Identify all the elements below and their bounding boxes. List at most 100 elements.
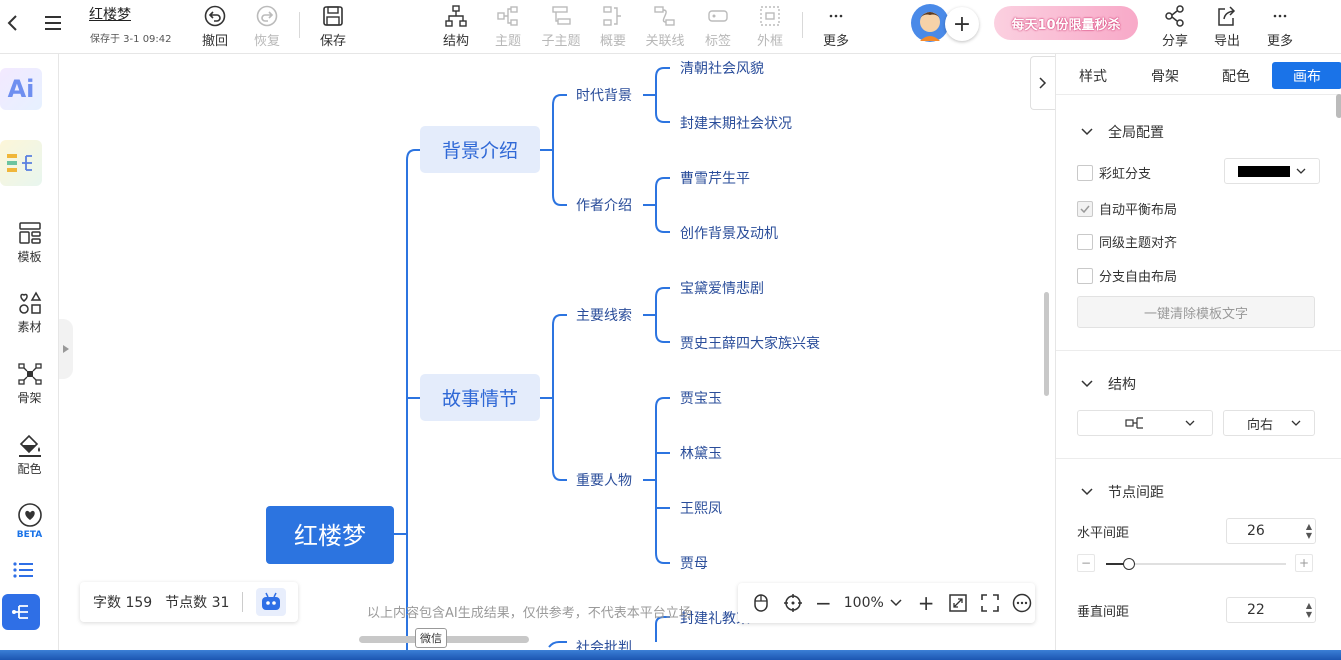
subtopic-item[interactable]: 清朝社会风貌 <box>680 61 764 77</box>
auto-balance-option[interactable]: 自动平衡布局 <box>1077 199 1177 218</box>
export-button[interactable]: 导出 <box>1211 0 1243 54</box>
menu-icon[interactable] <box>44 14 62 32</box>
more-button[interactable]: 更多 <box>820 0 852 54</box>
template-button[interactable]: 模板 <box>0 220 59 265</box>
tab-canvas[interactable]: 画布 <box>1272 62 1341 89</box>
relation-line-icon <box>654 6 675 26</box>
structure-type-select[interactable] <box>1077 410 1213 436</box>
stepper-arrows[interactable]: ▲ ▼ <box>1306 522 1312 540</box>
mouse-icon[interactable] <box>752 593 770 613</box>
same-level-align-option[interactable]: 同级主题对齐 <box>1077 232 1177 251</box>
subtopic-button[interactable]: 子主题 <box>541 0 581 54</box>
paint-bucket-icon <box>18 434 41 457</box>
undo-button[interactable]: 撤回 <box>199 0 231 54</box>
zoom-level[interactable]: 100% <box>844 595 884 611</box>
doc-title[interactable]: 红楼梦 <box>89 4 131 24</box>
plus-icon: + <box>952 11 972 37</box>
outline-view-button[interactable] <box>4 552 42 588</box>
h-spacing-input[interactable]: 26 ▲ ▼ <box>1226 518 1316 544</box>
topic-button[interactable]: 主题 <box>492 0 524 54</box>
back-arrow-icon[interactable] <box>4 14 22 32</box>
os-taskbar <box>0 650 1341 660</box>
node-spacing-label: 节点间距 <box>1108 485 1164 501</box>
template-label: 模板 <box>17 250 42 264</box>
v-spacing-input[interactable]: 22 ▲ ▼ <box>1226 597 1316 623</box>
subtopic-item[interactable]: 贾宝玉 <box>680 391 722 407</box>
mindmap-ai-button[interactable] <box>0 140 42 186</box>
ai-robot-button[interactable] <box>256 588 287 616</box>
skeleton-button[interactable]: 骨架 <box>0 361 59 406</box>
material-button[interactable]: 素材 <box>0 290 59 335</box>
avatar[interactable] <box>910 3 950 43</box>
root-topic-label: 红楼梦 <box>294 522 366 550</box>
subtopic-item[interactable]: 封建末期社会状况 <box>680 116 792 132</box>
add-collaborator-button[interactable]: + <box>945 7 979 41</box>
fit-screen-icon[interactable] <box>948 593 968 613</box>
heart-icon <box>17 503 42 527</box>
more-menu-button[interactable]: 更多 <box>1264 0 1296 54</box>
h-spacing-plus-button[interactable]: + <box>1295 554 1313 572</box>
relation-line-button[interactable]: 关联线 <box>645 0 685 54</box>
chevron-down-icon[interactable] <box>890 599 902 607</box>
save-button[interactable]: 保存 <box>317 0 349 54</box>
topic-main-clue[interactable]: 主要线索 <box>576 307 632 324</box>
node-spacing-header[interactable]: 节点间距 <box>1081 482 1164 502</box>
tag-label: 标签 <box>704 34 731 49</box>
rainbow-color-select[interactable] <box>1224 158 1320 184</box>
structure-direction-select[interactable]: 向右 <box>1223 410 1315 436</box>
topic-key-characters[interactable]: 重要人物 <box>576 473 632 489</box>
subtopic-item[interactable]: 宝黛爱情悲剧 <box>680 280 764 297</box>
redo-button[interactable]: 恢复 <box>251 0 283 54</box>
h-spacing-slider-track[interactable] <box>1106 558 1286 570</box>
tag-button[interactable]: 标签 <box>702 0 734 54</box>
right-settings-panel: 样式 骨架 配色 画布 全局配置 彩虹分支 自动平衡布局 同级主题对齐 分支自由… <box>1055 54 1341 650</box>
clear-template-text-button[interactable]: 一键清除模板文字 <box>1077 296 1315 328</box>
structure-button[interactable]: 结构 <box>440 0 472 54</box>
zoom-out-button[interactable]: − <box>815 591 832 615</box>
more-dots-icon <box>1273 14 1287 18</box>
structure-header[interactable]: 结构 <box>1081 374 1136 394</box>
tab-color[interactable]: 配色 <box>1201 62 1271 89</box>
subtopic-item[interactable]: 王熙凤 <box>680 501 722 517</box>
share-icon <box>1165 5 1184 27</box>
summary-button[interactable]: 概要 <box>597 0 629 54</box>
promo-banner[interactable]: 每天10份限量秒杀 <box>994 6 1138 40</box>
favorites-button[interactable]: BETA <box>0 502 59 540</box>
fullscreen-icon[interactable] <box>980 593 1000 613</box>
topic-social-critique[interactable]: 社会批判 <box>576 640 632 650</box>
mindmap-view-button[interactable] <box>2 594 40 630</box>
more-options-icon[interactable] <box>1012 593 1032 613</box>
zoom-in-button[interactable]: + <box>918 591 935 615</box>
rainbow-branch-checkbox[interactable] <box>1077 164 1093 181</box>
same-level-align-checkbox[interactable] <box>1077 233 1093 250</box>
locate-center-icon[interactable] <box>783 593 803 613</box>
color-scheme-button[interactable]: 配色 <box>0 432 59 477</box>
global-config-header[interactable]: 全局配置 <box>1081 122 1164 142</box>
h-spacing-minus-button[interactable]: − <box>1077 554 1095 572</box>
vertical-scrollbar[interactable] <box>1044 292 1049 396</box>
robot-icon <box>262 592 281 610</box>
panel-scrollbar[interactable] <box>1336 94 1341 118</box>
mindmap-canvas[interactable]: 红楼梦 背景介绍 故事情节 时代背景 作者介绍 主要线索 重要人物 社会批判 清… <box>59 54 1055 650</box>
frame-button[interactable]: 外框 <box>754 0 786 54</box>
subtopic-item[interactable]: 贾史王薛四大家族兴衰 <box>680 335 820 352</box>
topic-era-background[interactable]: 时代背景 <box>576 88 632 104</box>
topic-author-intro[interactable]: 作者介绍 <box>576 198 632 214</box>
subtopic-item[interactable]: 曹雪芹生平 <box>680 171 750 187</box>
tab-skeleton[interactable]: 骨架 <box>1130 62 1200 89</box>
save-label: 保存 <box>319 34 346 49</box>
subtopic-item[interactable]: 林黛玉 <box>680 446 722 462</box>
h-spacing-slider-knob[interactable] <box>1123 558 1136 570</box>
mindmap-diagram: 红楼梦 背景介绍 故事情节 时代背景 作者介绍 主要线索 重要人物 社会批判 清… <box>266 61 820 650</box>
stepper-arrows[interactable]: ▲ ▼ <box>1306 601 1312 619</box>
ai-assistant-button[interactable]: Ai <box>0 68 42 110</box>
tab-style[interactable]: 样式 <box>1058 62 1128 89</box>
auto-balance-checkbox[interactable] <box>1077 200 1093 217</box>
free-layout-checkbox[interactable] <box>1077 267 1093 284</box>
right-panel-toggle[interactable] <box>1030 56 1055 110</box>
free-layout-option[interactable]: 分支自由布局 <box>1077 266 1177 285</box>
subtopic-item[interactable]: 贾母 <box>680 556 708 572</box>
rainbow-branch-option[interactable]: 彩虹分支 <box>1077 163 1151 182</box>
subtopic-item[interactable]: 创作背景及动机 <box>680 226 778 242</box>
share-button[interactable]: 分享 <box>1159 0 1191 54</box>
